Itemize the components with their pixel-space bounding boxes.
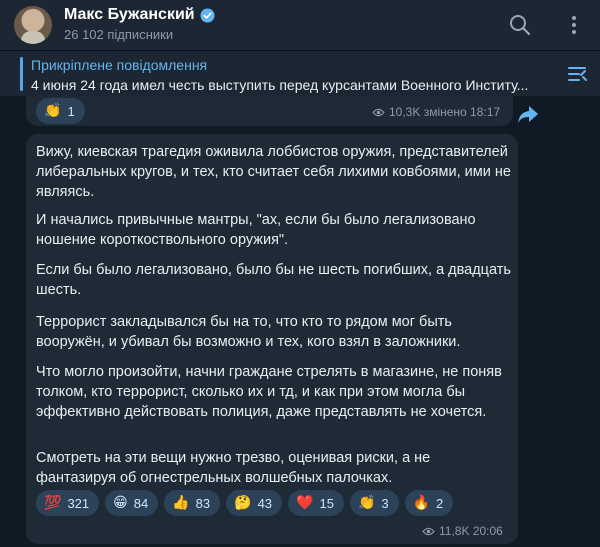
reaction-chip[interactable]: 🔥 2 bbox=[404, 490, 454, 516]
message-paragraph: Террорист закладывался бы на то, что кто… bbox=[36, 314, 461, 350]
previous-message-footer: 👏 1 10,3K змінено 18:17 bbox=[26, 96, 513, 126]
reaction-chip[interactable]: ❤️ 15 bbox=[288, 490, 344, 516]
reaction-emoji: 💯 bbox=[44, 495, 62, 511]
pinned-indicator bbox=[20, 57, 23, 91]
message-paragraph: Если бы было легализовано, было бы не ше… bbox=[36, 262, 511, 298]
reaction-count: 3 bbox=[381, 495, 389, 511]
eye-icon bbox=[372, 108, 385, 116]
views-count: 10,3K bbox=[389, 105, 421, 119]
reaction-emoji: 🤔 bbox=[234, 495, 252, 511]
channel-title: Макс Бужанский bbox=[64, 6, 215, 24]
channel-info[interactable]: Макс Бужанский 26 102 підписники bbox=[64, 6, 215, 42]
message-paragraph: Вижу, киевская трагедия оживила лоббисто… bbox=[36, 144, 511, 200]
message-meta: 11,8K 20:06 bbox=[422, 524, 503, 538]
channel-avatar[interactable] bbox=[14, 6, 52, 44]
subscriber-count: 26 102 підписники bbox=[64, 27, 174, 42]
share-arrow-icon[interactable] bbox=[516, 102, 540, 126]
pinned-list-icon[interactable] bbox=[566, 63, 588, 85]
search-icon[interactable] bbox=[508, 13, 532, 37]
reaction-count: 2 bbox=[436, 495, 444, 511]
more-vertical-icon[interactable] bbox=[562, 13, 586, 37]
message-paragraph: Что могло произойти, начни граждане стре… bbox=[36, 364, 502, 420]
edited-time: змінено 18:17 bbox=[423, 105, 501, 119]
reaction-chip[interactable]: 💯 321 bbox=[36, 490, 100, 516]
reaction-count: 43 bbox=[257, 495, 273, 511]
reaction-chip[interactable]: 👏 1 bbox=[36, 98, 85, 124]
pinned-message-bar[interactable]: Прикріплене повідомлення 4 июня 24 года … bbox=[0, 50, 600, 96]
views-count: 11,8K bbox=[439, 524, 470, 538]
reaction-count: 1 bbox=[67, 103, 75, 119]
reaction-emoji: 🔥 bbox=[412, 495, 431, 511]
chat-header: Макс Бужанский 26 102 підписники bbox=[0, 0, 600, 50]
verified-badge-icon bbox=[200, 7, 215, 23]
reaction-chip[interactable]: 👏 3 bbox=[349, 490, 399, 516]
eye-icon bbox=[422, 527, 435, 535]
message-paragraph: И начались привычные мантры, "ах, если б… bbox=[36, 212, 476, 248]
reactions-row: 💯 321 😁 84 👍 83 🤔 43 ❤️ 15 👏 3 🔥 2 bbox=[36, 490, 511, 516]
reaction-emoji: 👍 bbox=[172, 495, 190, 511]
pinned-label: Прикріплене повідомлення bbox=[31, 57, 208, 73]
reaction-chip[interactable]: 👍 83 bbox=[164, 490, 221, 516]
reaction-emoji: 👏 bbox=[357, 495, 376, 511]
reaction-emoji: 👏 bbox=[44, 103, 62, 119]
reaction-count: 15 bbox=[319, 495, 334, 511]
reaction-count: 84 bbox=[133, 495, 149, 511]
previous-message-meta: 10,3K змінено 18:17 bbox=[372, 105, 500, 119]
reaction-chip[interactable]: 🤔 43 bbox=[226, 490, 283, 516]
reaction-emoji: 😁 bbox=[113, 495, 128, 511]
reaction-count: 321 bbox=[67, 495, 90, 511]
message-bubble[interactable]: Вижу, киевская трагедия оживила лоббисто… bbox=[26, 134, 518, 544]
channel-name: Макс Бужанский bbox=[64, 6, 195, 23]
reaction-chip[interactable]: 😁 84 bbox=[105, 490, 159, 516]
message-time: 20:06 bbox=[472, 524, 503, 538]
message-paragraph: Смотреть на эти вещи нужно трезво, оцени… bbox=[36, 450, 431, 486]
reaction-emoji: ❤️ bbox=[296, 495, 314, 511]
reaction-count: 83 bbox=[195, 495, 211, 511]
pinned-text: 4 июня 24 года имел честь выступить пере… bbox=[31, 77, 529, 93]
